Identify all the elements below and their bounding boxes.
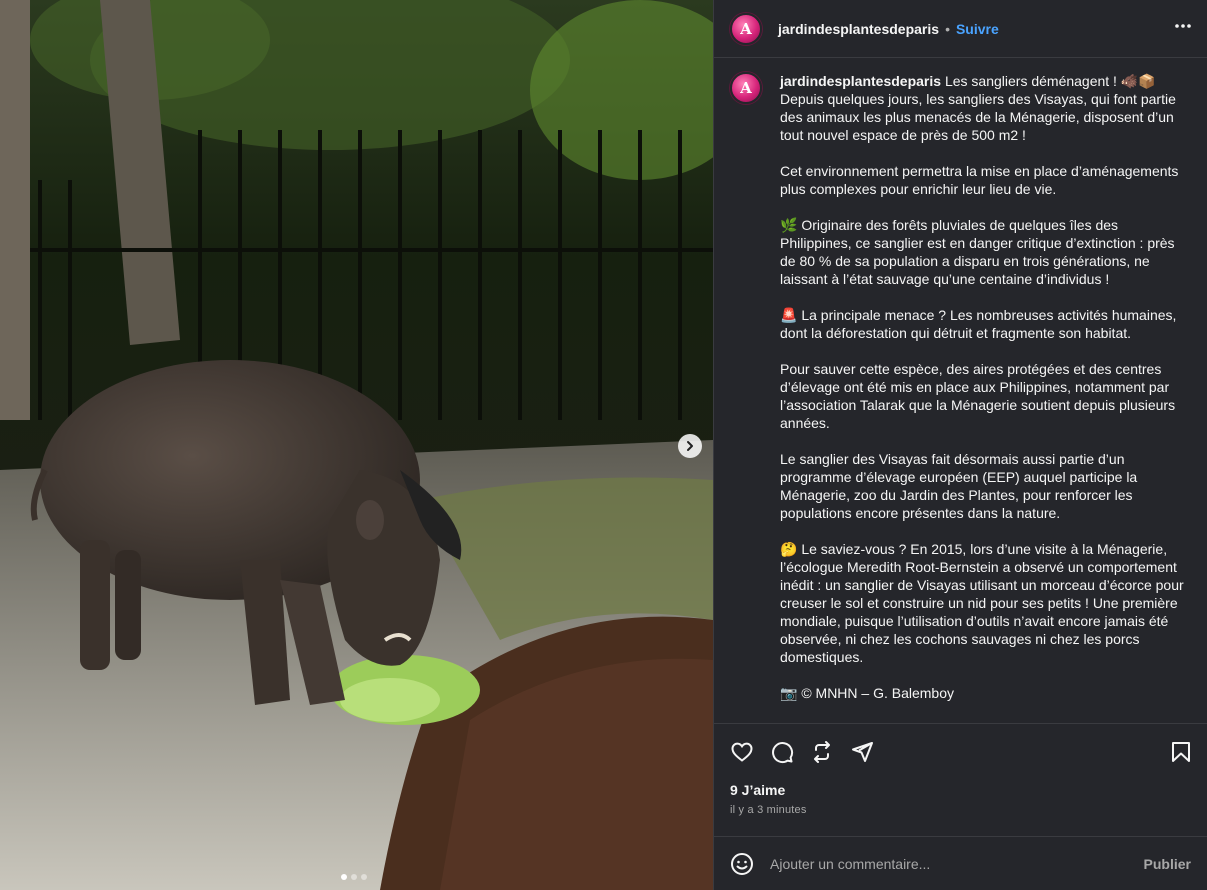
post-header: A jardindesplantesdeparis • Suivre [714,0,1207,58]
carousel-dot [361,874,367,880]
post-timestamp[interactable]: il y a 3 minutes [714,804,1207,816]
caption-body: Depuis quelques jours, les sangliers des… [780,91,1184,701]
carousel-dot [351,874,357,880]
share-icon[interactable] [850,740,874,764]
post-author-username[interactable]: jardindesplantesdeparis [778,21,939,37]
comment-input[interactable] [770,855,1144,872]
caption-first-line: Les sangliers déménagent ! 🐗📦 [941,73,1156,89]
post-photo[interactable] [0,0,713,890]
comment-bar: Publier [714,836,1207,890]
caption-text: jardindesplantesdeparis Les sangliers dé… [780,72,1191,702]
heart-icon[interactable] [730,740,754,764]
caption-username[interactable]: jardindesplantesdeparis [780,73,941,89]
avatar-letter: A [740,79,752,97]
repost-icon[interactable] [810,740,834,764]
post-viewer: A jardindesplantesdeparis • Suivre A jar… [0,0,1207,890]
more-options-button[interactable] [1173,16,1193,41]
caption-section: A jardindesplantesdeparis Les sangliers … [714,58,1207,724]
caption-row: A jardindesplantesdeparis Les sangliers … [730,72,1191,702]
comment-icon[interactable] [770,740,794,764]
avatar-letter: A [740,19,752,38]
likes-count[interactable]: 9 J’aime [714,782,1207,798]
carousel-indicator [341,874,367,880]
carousel-dot [341,874,347,880]
chevron-right-icon [687,441,693,451]
publish-button[interactable]: Publier [1144,856,1191,872]
caption-avatar[interactable]: A [730,72,762,104]
action-bar [714,724,1207,780]
more-horizontal-icon [1175,24,1191,28]
emoji-icon[interactable] [730,852,754,876]
follow-button[interactable]: Suivre [956,21,999,37]
boar-photo-image [0,0,713,890]
avatar[interactable]: A [730,12,762,45]
dot-separator: • [945,20,950,37]
post-side-panel: A jardindesplantesdeparis • Suivre A jar… [713,0,1207,890]
carousel-next-button[interactable] [678,434,702,458]
bookmark-icon[interactable] [1169,740,1193,764]
